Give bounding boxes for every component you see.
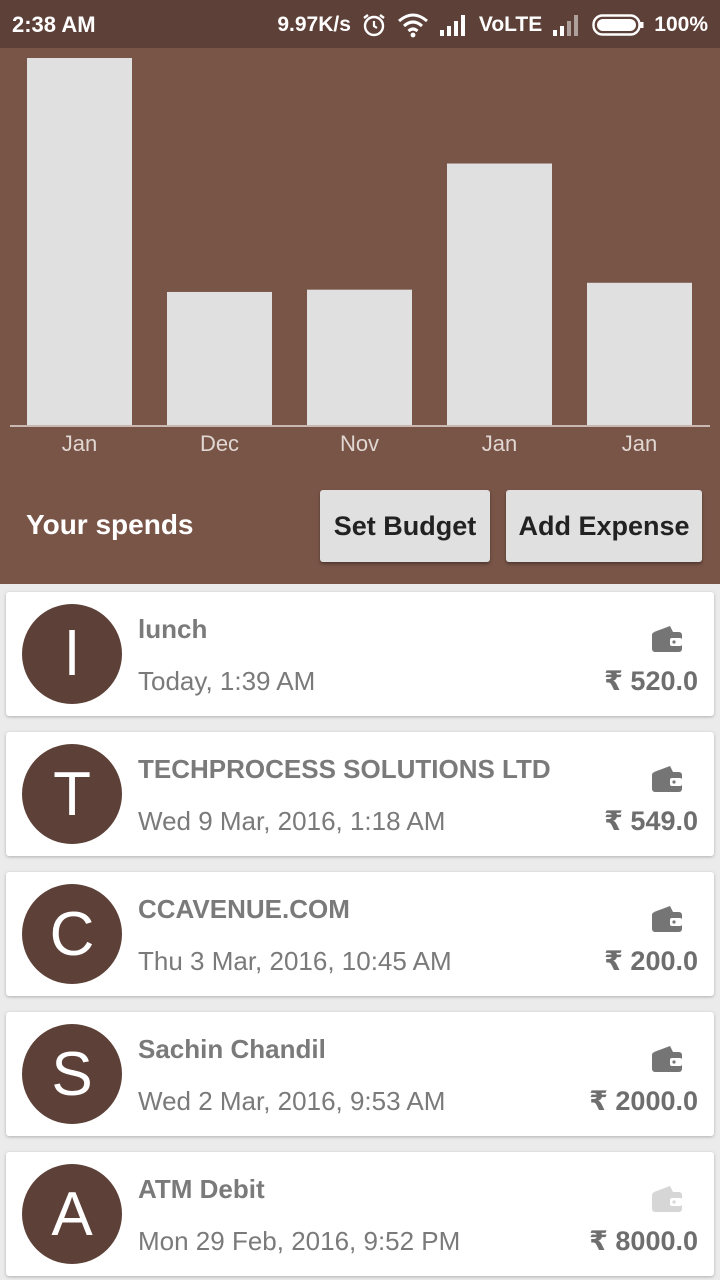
- transaction-card[interactable]: l lunch Today, 1:39 AM ₹ 520.0: [6, 592, 714, 716]
- set-budget-button[interactable]: Set Budget: [320, 490, 490, 562]
- battery-icon: [592, 13, 644, 37]
- signal-icon-2: [552, 13, 582, 37]
- transaction-title: Sachin Chandil: [138, 1034, 326, 1064]
- status-bar: 2:38 AM 9.97K/s VoLTE 100%: [0, 0, 720, 48]
- alarm-icon: [361, 12, 387, 38]
- status-icons: 9.97K/s VoLTE 100%: [277, 11, 708, 39]
- transaction-date: Mon 29 Feb, 2016, 9:52 PM: [138, 1226, 461, 1256]
- avatar: S: [22, 1024, 122, 1124]
- wallet-icon: [650, 1044, 684, 1074]
- avatar: A: [22, 1164, 122, 1264]
- spends-bar-chart: Jan Dec Nov Jan Jan: [10, 58, 710, 456]
- transaction-date: Wed 2 Mar, 2016, 9:53 AM: [138, 1086, 446, 1116]
- transaction-card[interactable]: A ATM Debit Mon 29 Feb, 2016, 9:52 PM ₹ 800…: [6, 1152, 714, 1276]
- signal-icon: [439, 13, 469, 37]
- avatar: C: [22, 884, 122, 984]
- wallet-icon: [650, 624, 684, 654]
- your-spends-label: Your spends: [26, 509, 194, 540]
- transaction-date: Wed 9 Mar, 2016, 1:18 AM: [138, 806, 446, 836]
- transaction-card[interactable]: T TECHPROCESS SOLUTIONS LTD Wed 9 Mar, 201…: [6, 732, 714, 856]
- spends-header: Jan Dec Nov Jan Jan Your spends Set Budget A…: [0, 48, 720, 584]
- chart-x-label: Jan: [622, 431, 657, 456]
- chart-x-label: Dec: [200, 431, 239, 456]
- transaction-title: ATM Debit: [138, 1174, 265, 1204]
- chart-bar: [167, 291, 272, 425]
- chart-bar: [27, 58, 132, 425]
- avatar: T: [22, 744, 122, 844]
- transaction-card[interactable]: C CCAVENUE.COM Thu 3 Mar, 2016, 10:45 AM ₹ …: [6, 872, 714, 996]
- wallet-icon: [650, 764, 684, 794]
- wifi-icon: [397, 12, 429, 38]
- transaction-title: lunch: [138, 614, 208, 644]
- volte-label: VoLTE: [478, 13, 543, 36]
- transaction-amount: ₹ 520.0: [604, 666, 698, 696]
- chart-x-label: Nov: [340, 431, 379, 456]
- chart-bar: [447, 163, 552, 425]
- transaction-card[interactable]: S Sachin Chandil Wed 2 Mar, 2016, 9:53 AM ₹…: [6, 1012, 714, 1136]
- transaction-title: CCAVENUE.COM: [138, 894, 350, 924]
- transaction-title: TECHPROCESS SOLUTIONS LTD: [138, 754, 551, 784]
- add-expense-button[interactable]: Add Expense: [506, 490, 702, 562]
- transaction-amount: ₹ 8000.0: [589, 1226, 698, 1256]
- chart-x-label: Jan: [482, 431, 517, 456]
- transaction-amount: ₹ 200.0: [604, 946, 698, 976]
- status-time: 2:38 AM: [12, 12, 96, 37]
- transaction-amount: ₹ 549.0: [604, 806, 698, 836]
- wallet-icon: [650, 1184, 684, 1214]
- transaction-date: Today, 1:39 AM: [138, 666, 316, 696]
- transaction-amount: ₹ 2000.0: [589, 1086, 698, 1116]
- wallet-icon: [650, 904, 684, 934]
- transaction-date: Thu 3 Mar, 2016, 10:45 AM: [138, 946, 452, 976]
- network-speed: 9.97K/s: [277, 13, 351, 36]
- chart-bar: [587, 282, 692, 425]
- chart-bar: [307, 289, 412, 425]
- avatar: l: [22, 604, 122, 704]
- chart-x-label: Jan: [62, 431, 97, 456]
- battery-level: 100%: [654, 13, 708, 36]
